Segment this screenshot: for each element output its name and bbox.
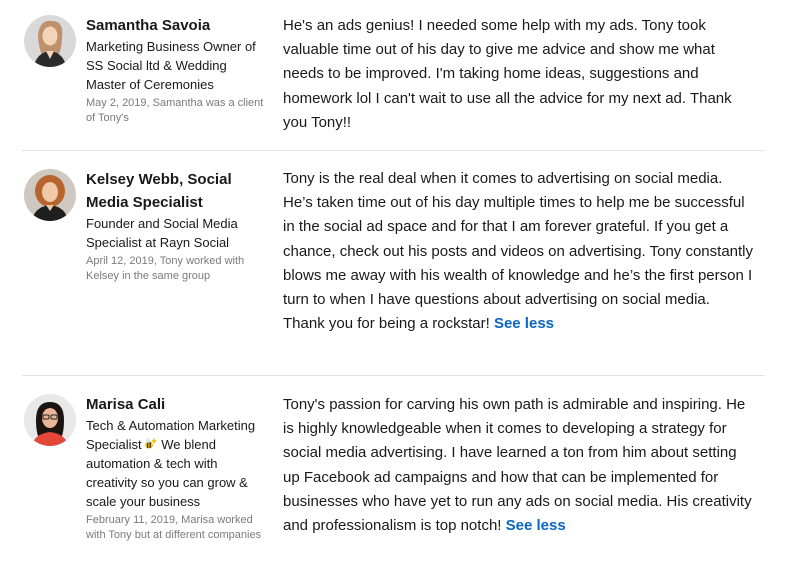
bee-sparkle-icon xyxy=(142,437,158,451)
recommendation-meta: February 11, 2019, Marisa worked with To… xyxy=(86,514,262,541)
recommender-info: Kelsey Webb, Social Media Specialist Fou… xyxy=(86,168,268,284)
recommendation-body: He's an ads genius! I needed some help w… xyxy=(283,17,732,131)
recommendation-text: Tony's passion for carving his own path … xyxy=(283,393,755,538)
recommender-name[interactable]: Marisa Cali xyxy=(86,393,270,416)
recommender-headline: Marketing Business Owner of SS Social lt… xyxy=(86,39,256,92)
recommendation-meta: May 2, 2019, Samantha was a client of To… xyxy=(86,97,264,124)
avatar[interactable] xyxy=(24,169,76,221)
recommendation-meta: April 12, 2019, Tony worked with Kelsey … xyxy=(86,255,245,282)
avatar[interactable] xyxy=(24,394,76,446)
recommender-headline: Tech & Automation Marketing Specialist W… xyxy=(86,416,270,511)
recommendation-item: Kelsey Webb, Social Media Specialist Fou… xyxy=(0,151,785,375)
see-less-link[interactable]: See less xyxy=(494,315,554,332)
recommender-name[interactable]: Samantha Savoia xyxy=(86,14,268,37)
recommendation-item: Marisa Cali Tech & Automation Marketing … xyxy=(0,376,785,569)
recommender-headline: Founder and Social Media Specialist at R… xyxy=(86,216,238,250)
recommendation-item: Samantha Savoia Marketing Business Owner… xyxy=(0,0,785,150)
recommender-name[interactable]: Kelsey Webb, Social Media Specialist xyxy=(86,168,268,214)
recommendation-body: Tony is the real deal when it comes to a… xyxy=(283,170,754,333)
recommender-info: Marisa Cali Tech & Automation Marketing … xyxy=(86,393,270,543)
recommendation-text: Tony is the real deal when it comes to a… xyxy=(283,167,755,336)
recommendation-body: Tony's passion for carving his own path … xyxy=(283,396,752,535)
avatar[interactable] xyxy=(24,15,76,67)
recommendation-text: He's an ads genius! I needed some help w… xyxy=(283,14,755,135)
recommender-info: Samantha Savoia Marketing Business Owner… xyxy=(86,14,268,126)
see-less-link[interactable]: See less xyxy=(506,517,566,534)
